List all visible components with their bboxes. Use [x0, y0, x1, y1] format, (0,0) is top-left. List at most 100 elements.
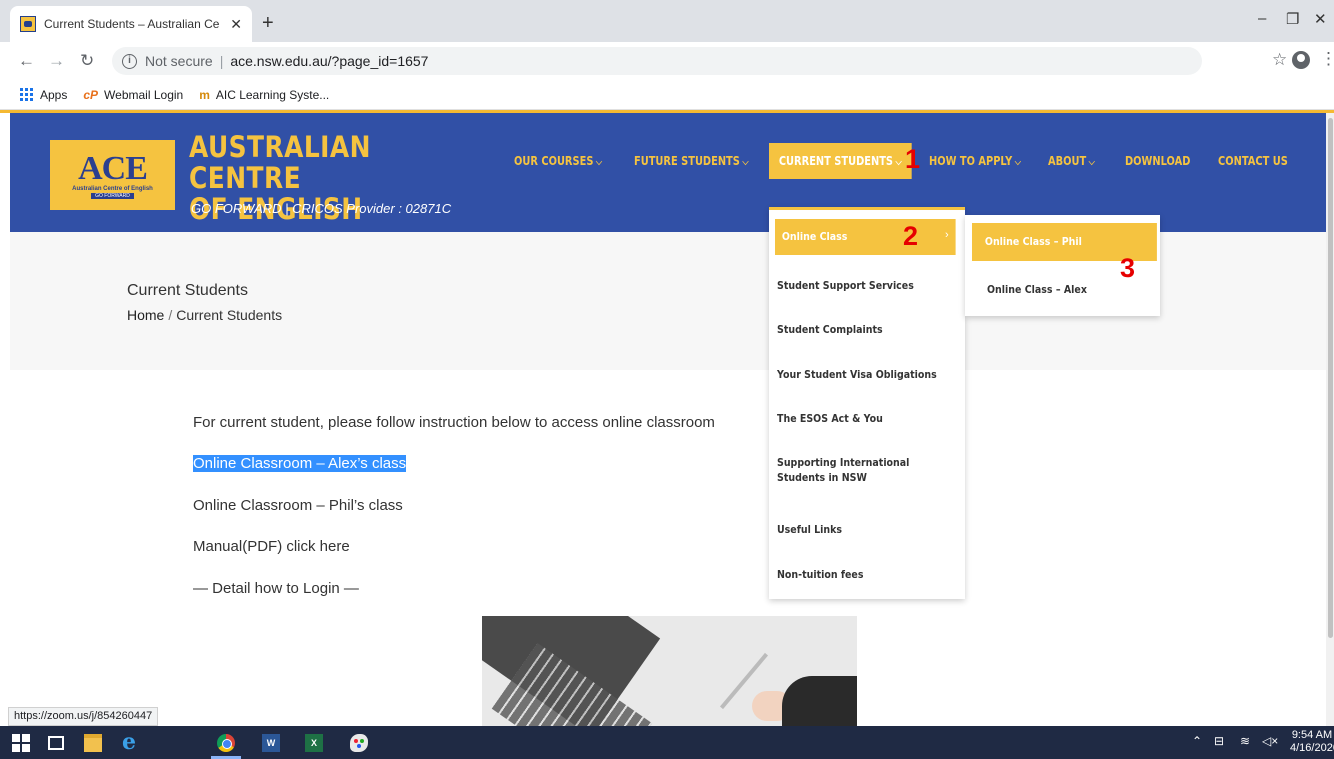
bookmark-label: Apps [40, 87, 68, 102]
bookmark-label: AIC Learning Syste... [215, 87, 330, 102]
main-navigation: OUR COURSES ⌵ FUTURE STUDENTS ⌵ CURRENT ST… [0, 143, 1334, 179]
chrome-icon[interactable] [217, 734, 235, 752]
intro-text: For current student, please follow instr… [193, 414, 715, 431]
nav-about[interactable]: ABOUT ⌵ [1048, 143, 1095, 179]
minimize-icon[interactable]: – [1258, 10, 1266, 27]
logo-tagline: GO FORWARD [91, 192, 134, 199]
dropdown-non-tuition-fees[interactable]: Non-tuition fees [777, 567, 953, 582]
logo-subtitle: Australian Centre of English [72, 185, 153, 192]
nav-contact-us[interactable]: CONTACT US [1218, 143, 1288, 179]
nav-download[interactable]: DOWNLOAD [1125, 143, 1190, 179]
page-scrollbar-thumb[interactable] [1328, 118, 1333, 638]
chevron-down-icon: ⌵ [742, 157, 749, 168]
dropdown-label-line1: Supporting International [777, 456, 910, 469]
breadcrumb-home[interactable]: Home [127, 307, 164, 323]
nav-label: ABOUT [1048, 154, 1087, 168]
clock-date: 4/16/2020 [1290, 742, 1334, 754]
page-title: Current Students [127, 282, 248, 299]
nav-label: OUR COURSES [514, 154, 594, 168]
bookmark-label: Webmail Login [104, 87, 184, 102]
nav-label: CURRENT STUDENTS [778, 154, 894, 168]
url-omnibox[interactable]: i Not secure | ace.nsw.edu.au/?page_id=1… [112, 47, 1202, 75]
link-manual-pdf[interactable]: Manual(PDF) click here [193, 538, 350, 555]
profile-icon[interactable] [1292, 51, 1310, 69]
aic-logo-icon: m [199, 87, 210, 102]
link-phil-classroom[interactable]: Online Classroom – Phil’s class [193, 497, 403, 514]
windows-start-icon[interactable] [12, 734, 30, 752]
restore-icon[interactable]: ❐ [1286, 10, 1299, 28]
link-alex-classroom[interactable]: Online Classroom – Alex’s class [193, 455, 407, 472]
taskbar-clock[interactable]: 9:54 AM 4/16/2020 [1290, 729, 1334, 755]
breadcrumb-separator: / [168, 307, 173, 323]
new-tab-icon[interactable]: + [262, 13, 274, 33]
network-icon[interactable]: ⊟ [1214, 734, 1224, 748]
site-tagline: GO FORWARD | CRICOS Provider : 02871C [191, 201, 452, 216]
browser-tabstrip: Current Students – Australian Ce ✕ + – ❐… [0, 0, 1334, 42]
dropdown-online-class[interactable]: Online Class [775, 219, 956, 255]
submenu-online-class-alex[interactable]: Online Class – Alex [987, 283, 1087, 296]
nav-label: HOW TO APPLY [929, 154, 1013, 168]
dropdown-useful-links[interactable]: Useful Links [777, 522, 953, 537]
task-view-icon[interactable] [48, 736, 64, 750]
tray-chevron-up-icon[interactable]: ⌃ [1192, 734, 1202, 748]
dropdown-student-complaints[interactable]: Student Complaints [777, 322, 953, 337]
bookmark-apps[interactable]: Apps [20, 87, 68, 102]
internet-explorer-icon[interactable]: e [122, 729, 140, 755]
volume-muted-icon[interactable]: ◁× [1262, 734, 1278, 748]
chevron-down-icon: ⌵ [595, 157, 603, 168]
current-students-dropdown: Online Class Student Support Services St… [769, 207, 965, 599]
breadcrumb-current: Current Students [176, 307, 283, 323]
apps-grid-icon [20, 87, 34, 102]
chevron-down-icon: ⌵ [895, 157, 902, 168]
file-explorer-icon[interactable] [84, 734, 102, 752]
annotation-marker-2: 2 [903, 221, 919, 251]
clock-time: 9:54 AM [1291, 729, 1333, 741]
cpanel-icon: cP [83, 87, 99, 102]
annotation-marker-1: 1 [905, 144, 921, 174]
login-instruction-photo [482, 616, 857, 726]
dropdown-esos-act[interactable]: The ESOS Act & You [777, 411, 953, 426]
dropdown-supporting-intl-students[interactable]: Supporting International Students in NSW [777, 455, 953, 485]
ace-favicon-icon [20, 16, 36, 32]
chevron-right-icon: › [945, 229, 949, 241]
nav-label: DOWNLOAD [1125, 154, 1191, 168]
url-text[interactable]: ace.nsw.edu.au/?page_id=1657 [230, 53, 428, 69]
annotation-marker-3: 3 [1120, 253, 1136, 283]
chevron-down-icon: ⌵ [1014, 157, 1021, 168]
excel-icon[interactable]: X [305, 734, 323, 752]
dropdown-visa-obligations[interactable]: Your Student Visa Obligations [777, 367, 953, 382]
bookmark-star-icon[interactable]: ☆ [1272, 50, 1287, 70]
info-icon[interactable]: i [122, 53, 137, 69]
address-bar: ← → ↻ i Not secure | ace.nsw.edu.au/?pag… [0, 42, 1334, 80]
nav-our-courses[interactable]: OUR COURSES ⌵ [514, 143, 602, 179]
sleeve-shape [782, 676, 857, 726]
tab-title: Current Students – Australian Ce [44, 17, 220, 31]
dropdown-label-line2: Students in NSW [777, 471, 867, 484]
status-bar-url: https://zoom.us/j/854260447 [8, 707, 159, 726]
nav-label: CONTACT US [1218, 154, 1288, 168]
nav-current-students[interactable]: CURRENT STUDENTS ⌵ [769, 143, 912, 179]
nav-how-to-apply[interactable]: HOW TO APPLY ⌵ [929, 143, 1021, 179]
bookmark-webmail[interactable]: cP Webmail Login [83, 88, 183, 102]
chevron-down-icon: ⌵ [1088, 157, 1095, 168]
windows-taskbar: e W X ⌃ ⊟ ≋ ◁× [0, 726, 1334, 759]
window-close-icon[interactable]: ✕ [1314, 10, 1327, 28]
browser-tab-current-students[interactable]: Current Students – Australian Ce ✕ [10, 6, 252, 42]
not-secure-label: Not secure [145, 53, 213, 69]
word-icon[interactable]: W [262, 734, 280, 752]
tab-close-icon[interactable]: ✕ [230, 16, 242, 33]
forward-arrow-icon[interactable]: → [48, 51, 65, 71]
nav-future-students[interactable]: FUTURE STUDENTS ⌵ [634, 143, 749, 179]
back-arrow-icon[interactable]: ← [18, 51, 35, 71]
menu-kebab-icon[interactable]: ⋮ [1320, 49, 1334, 69]
reload-icon[interactable]: ↻ [80, 51, 94, 71]
bookmark-aic[interactable]: m AIC Learning Syste... [199, 88, 329, 102]
bookmarks-bar: Apps cP Webmail Login m AIC Learning Sys… [0, 80, 1334, 110]
paint-icon[interactable] [350, 734, 368, 752]
breadcrumb: Home / Current Students [127, 307, 282, 323]
nav-label: FUTURE STUDENTS [634, 154, 740, 168]
detail-heading: — Detail how to Login — [193, 580, 359, 597]
wifi-icon[interactable]: ≋ [1240, 734, 1250, 748]
dropdown-student-support[interactable]: Student Support Services [777, 278, 953, 293]
omnibox-separator: | [219, 53, 224, 69]
